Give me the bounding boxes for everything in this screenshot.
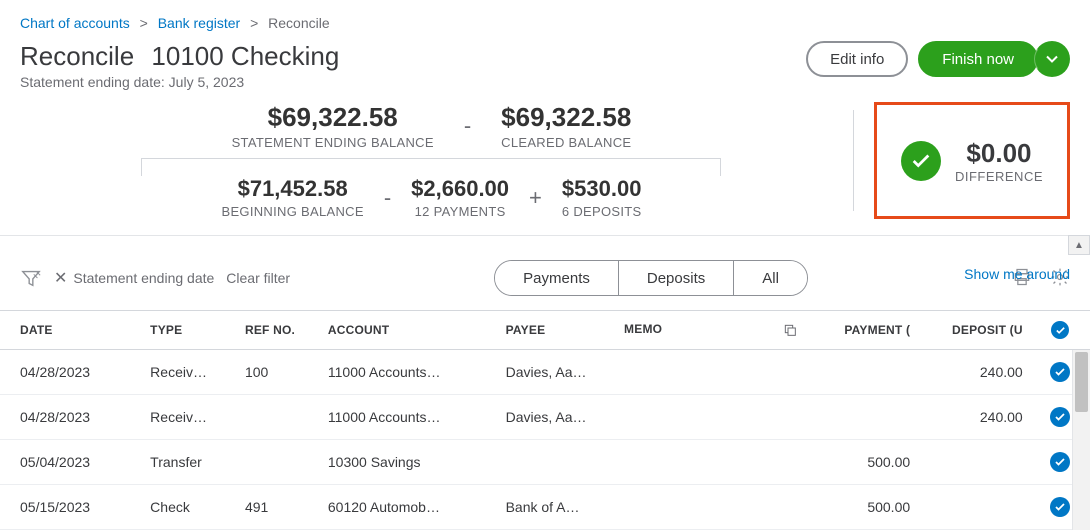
deposits-total: $530.00 6 DEPOSITS bbox=[562, 176, 642, 219]
cell-type: Receiv… bbox=[142, 395, 237, 440]
cell-date: 05/04/2023 bbox=[0, 440, 142, 485]
cell-type: Transfer bbox=[142, 440, 237, 485]
table-row[interactable]: 04/28/2023Receiv…10011000 Accounts…Davie… bbox=[0, 350, 1090, 395]
cell-payment bbox=[806, 350, 919, 395]
col-header-ref[interactable]: REF NO. bbox=[237, 311, 320, 350]
page-title-main: Reconcile bbox=[20, 41, 134, 71]
filter-icon[interactable] bbox=[20, 267, 42, 289]
cell-payee: Davies, Aa… bbox=[498, 350, 616, 395]
cell-payment: 500.00 bbox=[806, 440, 919, 485]
tab-all[interactable]: All bbox=[734, 261, 807, 295]
page-title-account: 10100 Checking bbox=[151, 41, 339, 71]
breadcrumb-register[interactable]: Bank register bbox=[158, 15, 240, 31]
breadcrumb-current: Reconcile bbox=[268, 15, 329, 31]
payments-total: $2,660.00 12 PAYMENTS bbox=[411, 176, 509, 219]
row-check-icon[interactable] bbox=[1050, 452, 1070, 472]
cell-memo bbox=[616, 485, 806, 530]
cell-account: 60120 Automob… bbox=[320, 485, 498, 530]
chevron-right-icon: > bbox=[140, 15, 148, 31]
segment-control: Payments Deposits All bbox=[494, 260, 808, 296]
table-row[interactable]: 05/15/2023Check49160120 Automob…Bank of … bbox=[0, 485, 1090, 530]
success-check-icon bbox=[901, 141, 941, 181]
cell-deposit bbox=[918, 440, 1031, 485]
cell-deposit: 240.00 bbox=[918, 395, 1031, 440]
cell-payee bbox=[498, 440, 616, 485]
check-all-icon[interactable] bbox=[1051, 321, 1069, 339]
cell-memo bbox=[616, 395, 806, 440]
cell-ref bbox=[237, 395, 320, 440]
cell-date: 04/28/2023 bbox=[0, 395, 142, 440]
chevron-down-icon bbox=[1046, 53, 1058, 65]
col-header-date[interactable]: DATE bbox=[0, 311, 142, 350]
cell-deposit bbox=[918, 485, 1031, 530]
difference-box: $0.00 DIFFERENCE bbox=[874, 102, 1070, 219]
cell-payment: 500.00 bbox=[806, 485, 919, 530]
breadcrumb-chart[interactable]: Chart of accounts bbox=[20, 15, 130, 31]
plus-sign: + bbox=[529, 185, 542, 211]
cell-payment bbox=[806, 395, 919, 440]
cell-ref: 491 bbox=[237, 485, 320, 530]
minus-sign: - bbox=[384, 185, 391, 211]
scroll-up-button[interactable]: ▲ bbox=[1068, 235, 1090, 255]
statement-ending-balance: $69,322.58 STATEMENT ENDING BALANCE bbox=[232, 102, 434, 150]
page-title: Reconcile 10100 Checking bbox=[20, 41, 339, 72]
edit-info-button[interactable]: Edit info bbox=[806, 41, 908, 77]
statement-date: Statement ending date: July 5, 2023 bbox=[20, 74, 339, 90]
show-me-around-link[interactable]: Show me around bbox=[964, 266, 1070, 282]
cell-payee: Bank of A… bbox=[498, 485, 616, 530]
cell-ref: 100 bbox=[237, 350, 320, 395]
difference-amount: $0.00 bbox=[955, 138, 1043, 169]
cell-payee: Davies, Aa… bbox=[498, 395, 616, 440]
cell-ref bbox=[237, 440, 320, 485]
cell-deposit: 240.00 bbox=[918, 350, 1031, 395]
breadcrumb: Chart of accounts > Bank register > Reco… bbox=[20, 15, 1070, 31]
cleared-balance: $69,322.58 CLEARED BALANCE bbox=[501, 102, 631, 150]
table-row[interactable]: 05/04/2023Transfer 10300 Savings 500.00 bbox=[0, 440, 1090, 485]
cell-date: 04/28/2023 bbox=[0, 350, 142, 395]
cell-memo bbox=[616, 350, 806, 395]
col-header-type[interactable]: TYPE bbox=[142, 311, 237, 350]
cell-account: 10300 Savings bbox=[320, 440, 498, 485]
beginning-balance: $71,452.58 BEGINNING BALANCE bbox=[221, 176, 363, 219]
filter-chip-statement-date: ✕ Statement ending date bbox=[54, 268, 214, 288]
finish-dropdown-button[interactable] bbox=[1034, 41, 1070, 77]
finish-now-button[interactable]: Finish now bbox=[918, 41, 1038, 77]
page-title-block: Reconcile 10100 Checking Statement endin… bbox=[20, 41, 339, 90]
col-header-memo[interactable]: MEMO bbox=[616, 311, 806, 350]
cell-type: Check bbox=[142, 485, 237, 530]
cell-date: 05/15/2023 bbox=[0, 485, 142, 530]
summary-balances: $69,322.58 STATEMENT ENDING BALANCE - $6… bbox=[20, 102, 843, 219]
tab-payments[interactable]: Payments bbox=[495, 261, 619, 295]
vertical-scrollbar[interactable] bbox=[1072, 350, 1090, 530]
col-header-deposit[interactable]: DEPOSIT (U bbox=[918, 311, 1031, 350]
row-check-icon[interactable] bbox=[1050, 407, 1070, 427]
row-check-icon[interactable] bbox=[1050, 362, 1070, 382]
col-header-payment[interactable]: PAYMENT ( bbox=[806, 311, 919, 350]
minus-sign: - bbox=[464, 113, 471, 139]
col-header-payee[interactable]: PAYEE bbox=[498, 311, 616, 350]
row-check-icon[interactable] bbox=[1050, 497, 1070, 517]
remove-filter-icon[interactable]: ✕ bbox=[54, 268, 67, 288]
col-header-account[interactable]: ACCOUNT bbox=[320, 311, 498, 350]
copy-icon[interactable] bbox=[782, 322, 798, 338]
col-header-check[interactable] bbox=[1031, 311, 1090, 350]
reconcile-table: DATE TYPE REF NO. ACCOUNT PAYEE MEMO PAY… bbox=[0, 310, 1090, 530]
cell-memo bbox=[616, 440, 806, 485]
difference-label: DIFFERENCE bbox=[955, 169, 1043, 184]
table-row[interactable]: 04/28/2023Receiv… 11000 Accounts…Davies, … bbox=[0, 395, 1090, 440]
cell-type: Receiv… bbox=[142, 350, 237, 395]
cell-account: 11000 Accounts… bbox=[320, 395, 498, 440]
cell-account: 11000 Accounts… bbox=[320, 350, 498, 395]
clear-filter-link[interactable]: Clear filter bbox=[226, 270, 290, 286]
chevron-right-icon: > bbox=[250, 15, 258, 31]
tab-deposits[interactable]: Deposits bbox=[619, 261, 734, 295]
